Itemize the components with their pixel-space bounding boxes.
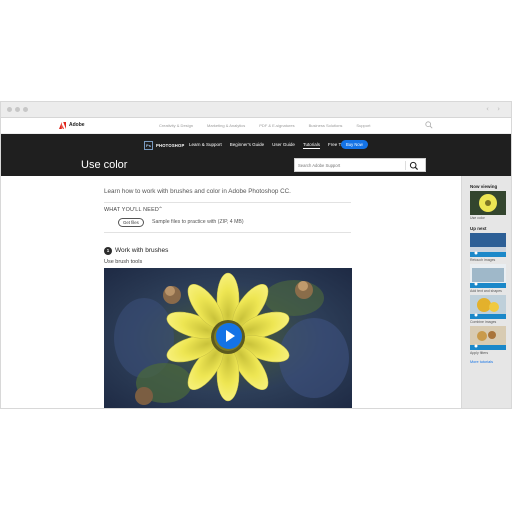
browser-window: ‹ › Adobe Creativity & Design Marketing … bbox=[0, 101, 512, 409]
what-you-need-toggle[interactable]: WHAT YOU'LL NEED bbox=[104, 207, 159, 213]
product-nav-user-guide[interactable]: User Guide bbox=[272, 142, 295, 149]
product-nav: Learn & Support Beginner's Guide User Gu… bbox=[189, 142, 347, 149]
product-name[interactable]: PHOTOSHOP bbox=[156, 143, 184, 148]
adobe-brand-name[interactable]: Adobe bbox=[69, 122, 85, 128]
support-search-input[interactable] bbox=[298, 161, 398, 170]
up-next-heading: Up next bbox=[470, 226, 487, 231]
browser-titlebar: ‹ › bbox=[1, 102, 511, 118]
page-title: Use color bbox=[81, 159, 128, 171]
sidebar-item-filters[interactable]: Apply filters bbox=[470, 351, 488, 355]
sample-files-text: Sample files to practice with (ZIP, 4 MB… bbox=[152, 219, 244, 225]
thumb-filters[interactable] bbox=[470, 326, 506, 350]
nav-link-business[interactable]: Business Solutions bbox=[309, 123, 343, 128]
window-close-dot[interactable] bbox=[7, 107, 12, 112]
thumb-retouch[interactable] bbox=[470, 233, 506, 257]
filters-thumbnail-icon bbox=[470, 326, 506, 350]
buy-now-button[interactable]: Buy Now bbox=[341, 140, 368, 149]
thumb-combine[interactable] bbox=[470, 295, 506, 319]
product-nav-beginners-guide[interactable]: Beginner's Guide bbox=[230, 142, 264, 149]
tutorial-video[interactable] bbox=[104, 268, 352, 408]
play-icon[interactable] bbox=[215, 322, 243, 350]
tutorial-sidebar: Now viewing Use color Up next Retouch im… bbox=[461, 176, 511, 408]
product-nav-learn-support[interactable]: Learn & Support bbox=[189, 142, 222, 149]
thumb-text-shapes[interactable] bbox=[470, 264, 506, 288]
chevron-up-icon[interactable]: ⌃ bbox=[158, 206, 163, 213]
window-minimize-dot[interactable] bbox=[15, 107, 20, 112]
nav-link-creativity[interactable]: Creativity & Design bbox=[159, 123, 193, 128]
support-search-box bbox=[294, 158, 426, 172]
thumb-use-color[interactable] bbox=[470, 191, 506, 215]
sidebar-item-combine[interactable]: Combine images bbox=[470, 320, 496, 324]
adobe-logo-icon[interactable] bbox=[59, 122, 66, 129]
sidebar-item-now-viewing[interactable]: Use color bbox=[470, 216, 485, 220]
get-files-button[interactable]: Get files bbox=[118, 218, 144, 227]
search-icon[interactable] bbox=[425, 121, 433, 129]
divider bbox=[104, 232, 351, 233]
sidebar-item-text-shapes[interactable]: Add text and shapes bbox=[470, 289, 502, 293]
more-tutorials-link[interactable]: More tutorials bbox=[470, 360, 493, 364]
sidebar-item-retouch[interactable]: Retouch images bbox=[470, 258, 495, 262]
search-icon[interactable] bbox=[409, 161, 419, 171]
window-maximize-dot[interactable] bbox=[23, 107, 28, 112]
step-subtitle: Use brush tools bbox=[104, 259, 143, 265]
now-viewing-heading: Now viewing bbox=[470, 184, 498, 189]
adobe-global-nav: Adobe Creativity & Design Marketing & An… bbox=[1, 118, 511, 134]
divider bbox=[104, 202, 351, 203]
product-nav-tutorials[interactable]: Tutorials bbox=[302, 142, 321, 149]
tutorial-intro: Learn how to work with brushes and color… bbox=[104, 188, 291, 195]
tutorial-content: Learn how to work with brushes and color… bbox=[1, 176, 461, 408]
nav-link-pdf[interactable]: PDF & E-signatures bbox=[259, 123, 294, 128]
step-title: Work with brushes bbox=[115, 247, 169, 254]
step-number-badge: 1 bbox=[104, 247, 112, 255]
global-nav-links: Creativity & Design Marketing & Analytic… bbox=[159, 123, 370, 128]
browser-nav-arrows-icon[interactable]: ‹ › bbox=[486, 105, 503, 113]
product-header: Ps PHOTOSHOP Learn & Support Beginner's … bbox=[1, 134, 511, 176]
search-divider bbox=[405, 161, 406, 170]
flower-thumbnail-icon bbox=[470, 191, 506, 215]
combine-thumbnail-icon bbox=[470, 295, 506, 319]
photoshop-logo-icon[interactable]: Ps bbox=[144, 141, 153, 150]
text-shapes-thumbnail-icon bbox=[470, 264, 506, 288]
nav-link-support[interactable]: Support bbox=[356, 123, 370, 128]
nav-link-marketing[interactable]: Marketing & Analytics bbox=[207, 123, 245, 128]
retouch-thumbnail-icon bbox=[470, 233, 506, 257]
